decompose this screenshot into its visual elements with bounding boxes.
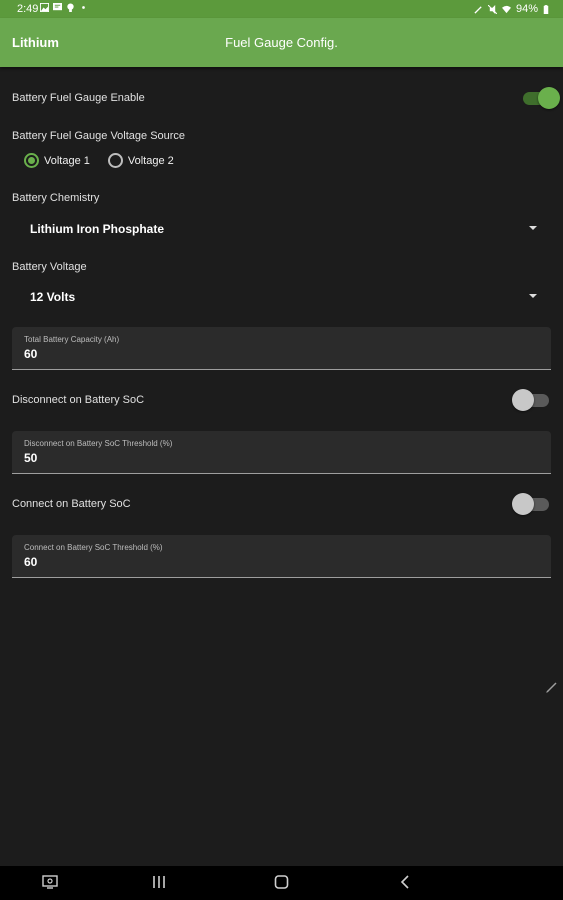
- chemistry-value: Lithium Iron Phosphate: [30, 222, 164, 236]
- radio-voltage-1-label: Voltage 1: [44, 154, 90, 167]
- radio-voltage-1[interactable]: Voltage 1: [24, 153, 90, 168]
- status-left-icons: [40, 3, 88, 12]
- status-bar: 2:49 94%: [0, 0, 563, 18]
- home-icon[interactable]: [274, 875, 289, 889]
- radio-voltage-2-label: Voltage 2: [127, 154, 174, 167]
- disconnect-threshold-field[interactable]: Disconnect on Battery SoC Threshold (%) …: [12, 431, 551, 474]
- connect-soc-label: Connect on Battery SoC: [12, 498, 131, 510]
- capacity-field-value: 60: [24, 347, 38, 361]
- message-icon: [53, 3, 62, 11]
- status-right-icons: 94%: [474, 3, 549, 15]
- app-bar: Lithium Fuel Gauge Config.: [0, 18, 563, 67]
- connect-threshold-field[interactable]: Connect on Battery SoC Threshold (%) 60: [12, 535, 551, 578]
- voltage-source-radio-group: Voltage 1 Voltage 2: [24, 153, 174, 168]
- connect-threshold-value: 60: [24, 555, 38, 569]
- battery-icon: [543, 4, 549, 14]
- disconnect-threshold-label: Disconnect on Battery SoC Threshold (%): [24, 439, 173, 448]
- chemistry-dropdown[interactable]: Lithium Iron Phosphate: [12, 214, 551, 244]
- page-title: Fuel Gauge Config.: [225, 35, 338, 50]
- capacity-field[interactable]: Total Battery Capacity (Ah) 60: [12, 327, 551, 370]
- battery-voltage-dropdown[interactable]: 12 Volts: [12, 282, 551, 312]
- back-icon[interactable]: [400, 875, 410, 889]
- mute-icon: [487, 4, 497, 14]
- toggle-thumb: [538, 87, 560, 109]
- battery-percent: 94%: [515, 3, 538, 15]
- disconnect-threshold-value: 50: [24, 451, 38, 465]
- radio-voltage-2[interactable]: Voltage 2: [107, 153, 174, 168]
- recents-icon[interactable]: [152, 875, 166, 889]
- fuel-gauge-enable-toggle[interactable]: [520, 87, 560, 109]
- toggle-thumb: [512, 389, 534, 411]
- dot-icon: [82, 6, 85, 9]
- pen-icon: [474, 5, 482, 14]
- connect-soc-toggle[interactable]: [512, 493, 550, 515]
- image-icon: [40, 3, 49, 12]
- wifi-icon: [501, 5, 511, 13]
- chevron-down-icon: [529, 226, 537, 230]
- connect-threshold-label: Connect on Battery SoC Threshold (%): [24, 543, 163, 552]
- voltage-source-label: Battery Fuel Gauge Voltage Source: [12, 130, 186, 142]
- radio-unchecked-icon: [107, 153, 123, 168]
- disconnect-soc-label: Disconnect on Battery SoC: [12, 394, 145, 406]
- toggle-thumb: [512, 493, 534, 515]
- edit-icon[interactable]: [545, 680, 559, 694]
- nav-bar: [0, 866, 563, 900]
- fuel-gauge-enable-label: Battery Fuel Gauge Enable: [12, 92, 145, 104]
- status-time: 2:49: [17, 3, 39, 15]
- battery-voltage-label: Battery Voltage: [12, 261, 87, 273]
- radio-checked-icon: [24, 153, 39, 168]
- capacity-field-label: Total Battery Capacity (Ah): [24, 335, 120, 344]
- screenshot-icon[interactable]: [42, 875, 58, 889]
- disconnect-soc-toggle[interactable]: [512, 389, 550, 411]
- chemistry-label: Battery Chemistry: [12, 192, 100, 204]
- bulb-icon: [67, 3, 74, 12]
- chevron-down-icon: [529, 294, 537, 298]
- battery-voltage-value: 12 Volts: [30, 290, 76, 304]
